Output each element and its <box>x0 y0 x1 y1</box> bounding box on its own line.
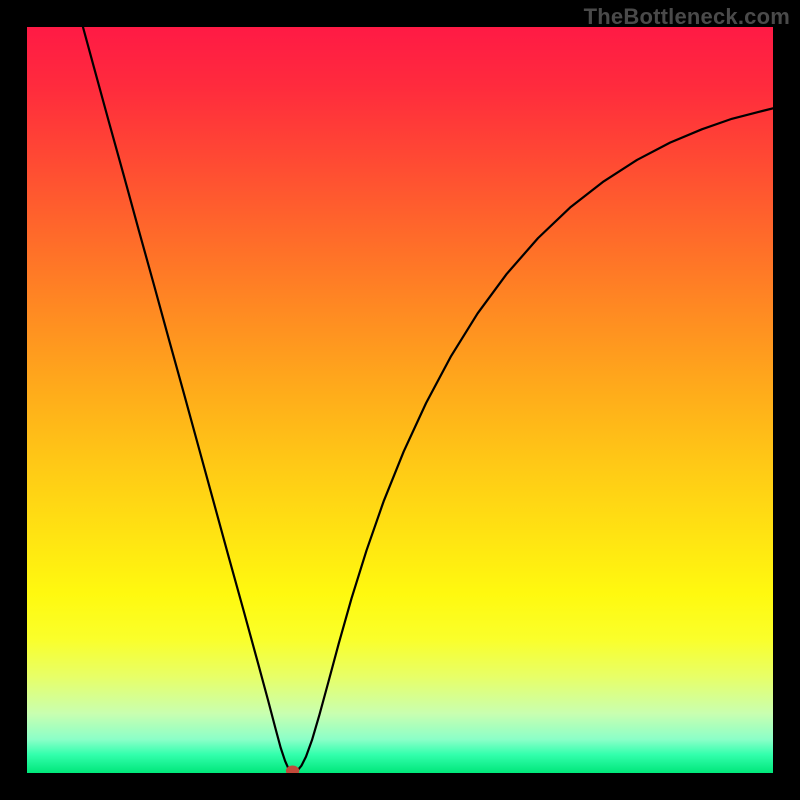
bottleneck-curve <box>83 27 773 771</box>
watermark-text: TheBottleneck.com <box>584 4 790 30</box>
chart-frame: TheBottleneck.com <box>0 0 800 800</box>
plot-svg <box>27 27 773 773</box>
plot-area <box>27 27 773 773</box>
